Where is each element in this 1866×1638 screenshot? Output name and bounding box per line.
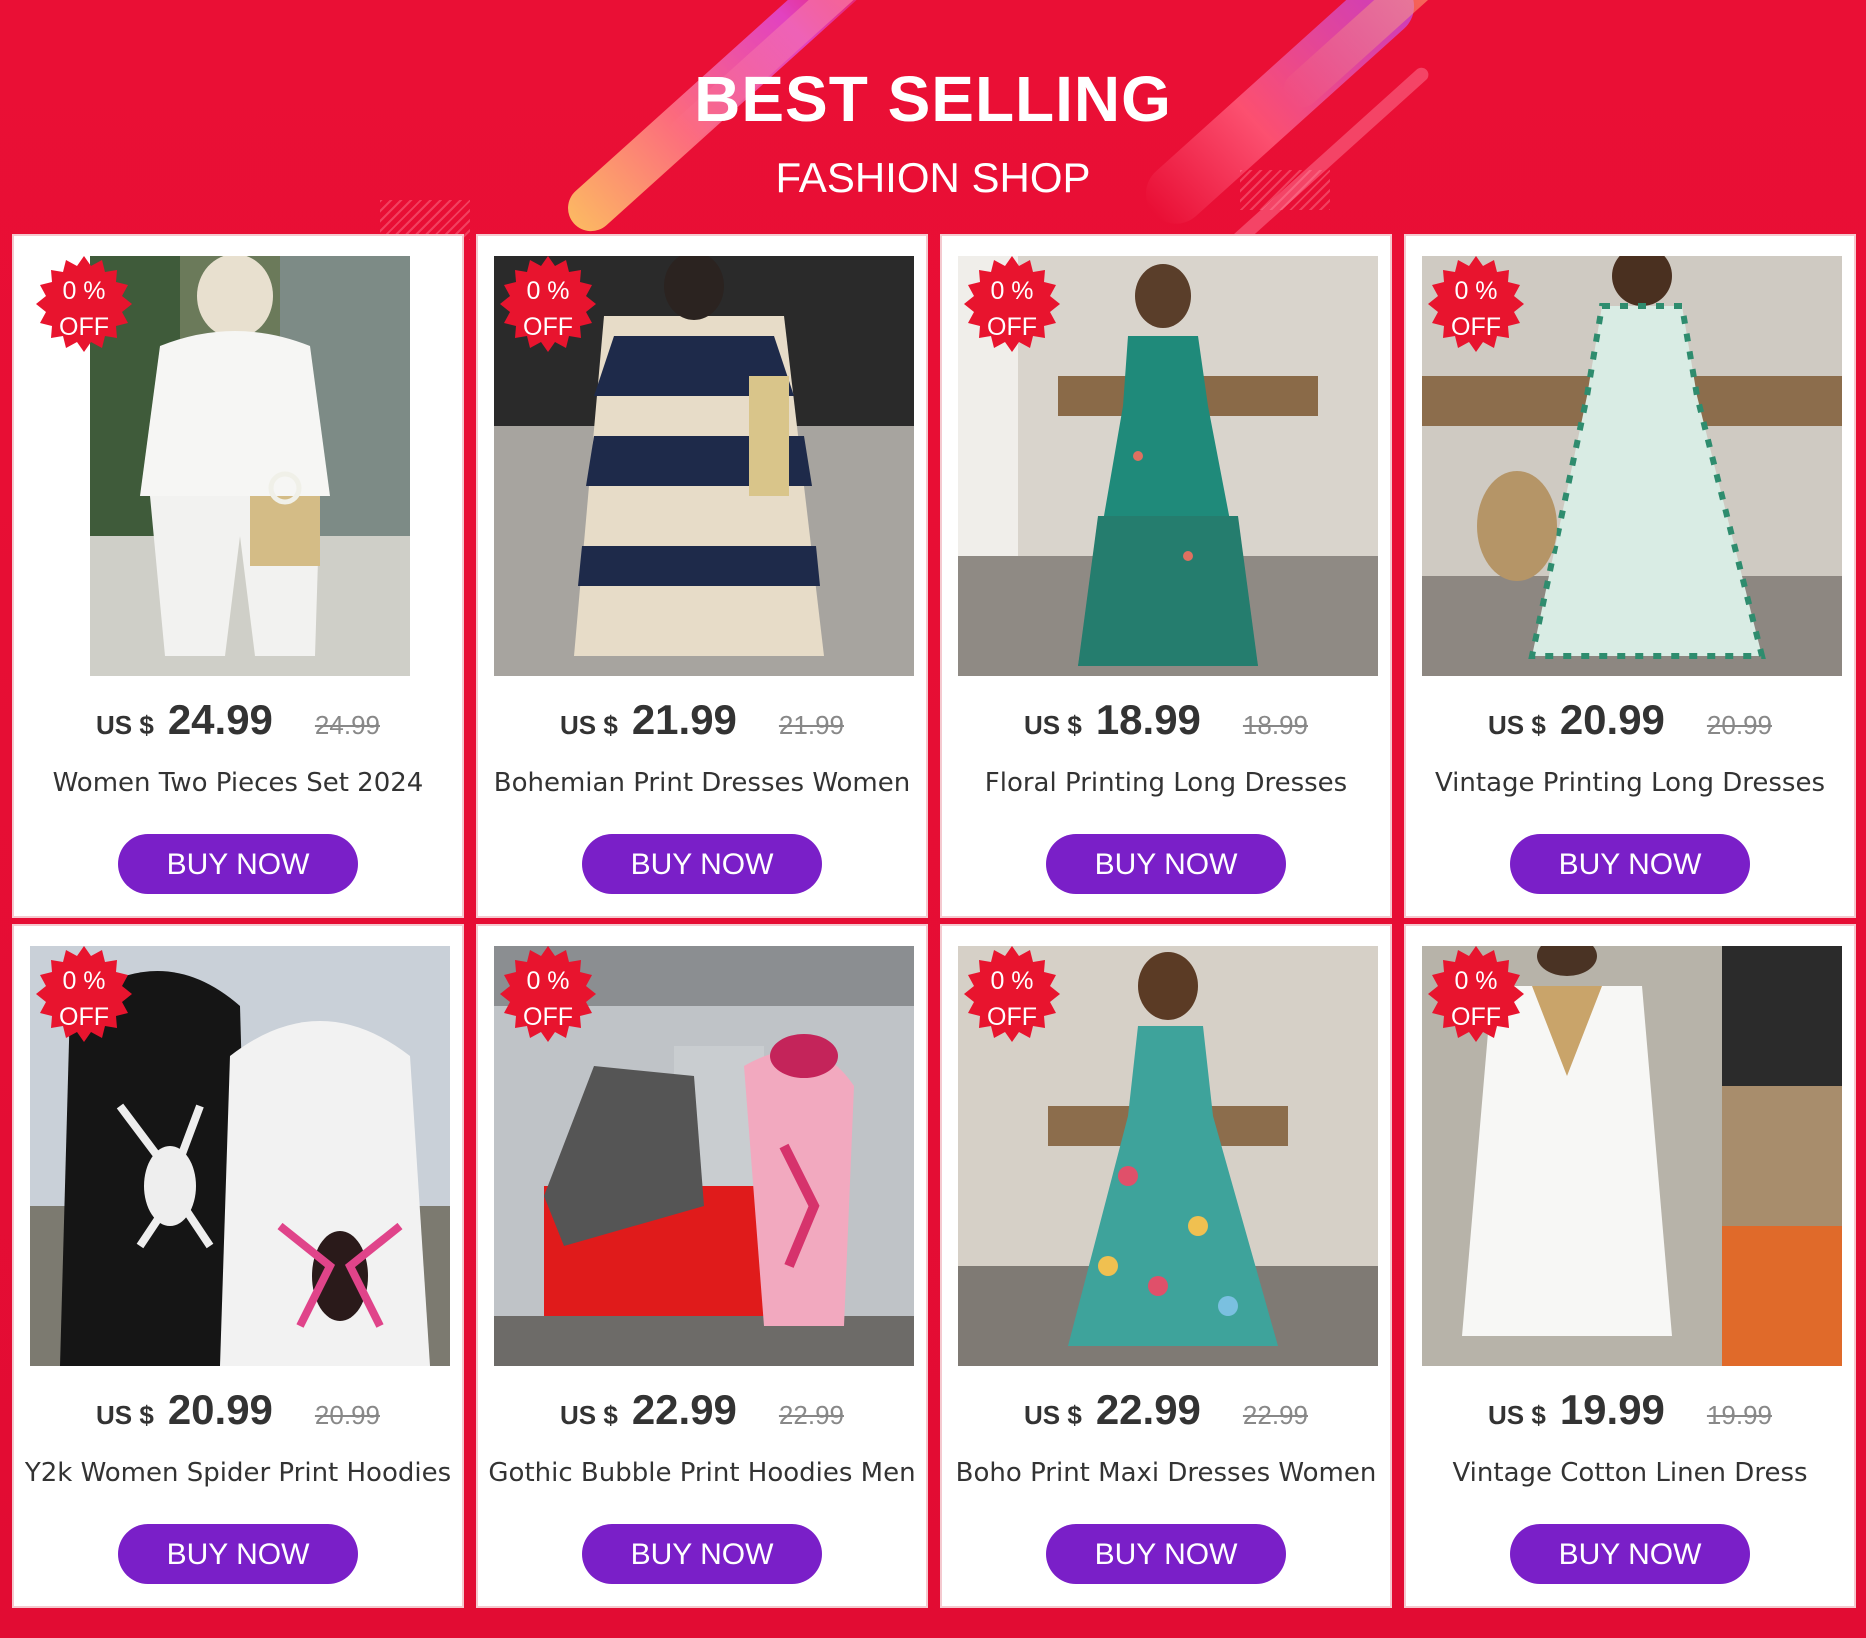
badge-percent: 0 % (526, 967, 570, 995)
product-name[interactable]: Floral Printing Long Dresses (942, 768, 1390, 798)
original-price: 18.99 (1242, 710, 1308, 740)
product-card[interactable]: 0 % OFF US $ 22.99 22.99 Boho Print Maxi… (940, 924, 1392, 1608)
badge-percent: 0 % (1454, 277, 1498, 305)
price-row: US $ 22.99 22.99 (942, 1386, 1390, 1434)
badge-percent: 0 % (1454, 967, 1498, 995)
product-name[interactable]: Women Two Pieces Set 2024 (14, 768, 462, 798)
original-price: 22.99 (778, 1400, 844, 1430)
currency-label: US $ (96, 1400, 154, 1430)
price-row: US $ 24.99 24.99 (14, 696, 462, 744)
original-price: 22.99 (1242, 1400, 1308, 1430)
badge-percent: 0 % (990, 967, 1034, 995)
product-name[interactable]: Vintage Printing Long Dresses (1406, 768, 1854, 798)
badge-off: OFF (1451, 313, 1501, 341)
currency-label: US $ (1488, 710, 1546, 740)
page-title: BEST SELLING (694, 63, 1172, 135)
badge-off: OFF (987, 1003, 1037, 1031)
original-price: 21.99 (778, 710, 844, 740)
original-price: 20.99 (1706, 710, 1772, 740)
price: 21.99 (631, 696, 737, 743)
badge-percent: 0 % (990, 277, 1034, 305)
badge-off: OFF (987, 313, 1037, 341)
price-row: US $ 18.99 18.99 (942, 696, 1390, 744)
currency-label: US $ (560, 1400, 618, 1430)
header: BEST SELLING FASHION SHOP (0, 0, 1866, 232)
badge-percent: 0 % (62, 277, 106, 305)
buy-now-button[interactable]: BUY NOW (118, 1524, 358, 1584)
product-name[interactable]: Y2k Women Spider Print Hoodies (14, 1458, 462, 1488)
product-card[interactable]: 0 % OFF US $ 20.99 20.99 Y2k Women Spide… (12, 924, 464, 1608)
discount-badge: 0 % OFF (1428, 256, 1524, 352)
badge-off: OFF (1451, 1003, 1501, 1031)
product-name[interactable]: Vintage Cotton Linen Dress (1406, 1458, 1854, 1488)
badge-off: OFF (523, 1003, 573, 1031)
buy-now-button[interactable]: BUY NOW (1046, 834, 1286, 894)
price: 24.99 (167, 696, 273, 743)
discount-badge: 0 % OFF (500, 256, 596, 352)
price-row: US $ 20.99 20.99 (1406, 696, 1854, 744)
currency-label: US $ (96, 710, 154, 740)
badge-off: OFF (59, 313, 109, 341)
original-price: 19.99 (1706, 1400, 1772, 1430)
discount-badge: 0 % OFF (1428, 946, 1524, 1042)
product-name[interactable]: Gothic Bubble Print Hoodies Men (478, 1458, 926, 1488)
discount-badge: 0 % OFF (500, 946, 596, 1042)
badge-off: OFF (59, 1003, 109, 1031)
product-card[interactable]: 0 % OFF US $ 22.99 22.99 Gothic Bubble P… (476, 924, 928, 1608)
product-card[interactable]: 0 % OFF US $ 19.99 19.99 Vintage Cotton … (1404, 924, 1856, 1608)
price: 20.99 (1559, 696, 1665, 743)
product-grid: 0 % OFF US $ 24.99 24.99 Women Two Piece… (12, 234, 1858, 1620)
price: 22.99 (631, 1386, 737, 1433)
product-name[interactable]: Bohemian Print Dresses Women (478, 768, 926, 798)
price-row: US $ 22.99 22.99 (478, 1386, 926, 1434)
badge-percent: 0 % (62, 967, 106, 995)
buy-now-button[interactable]: BUY NOW (118, 834, 358, 894)
price: 22.99 (1095, 1386, 1201, 1433)
price-row: US $ 21.99 21.99 (478, 696, 926, 744)
price-row: US $ 19.99 19.99 (1406, 1386, 1854, 1434)
page-subtitle: FASHION SHOP (775, 154, 1091, 201)
discount-badge: 0 % OFF (964, 256, 1060, 352)
price: 19.99 (1559, 1386, 1665, 1433)
discount-badge: 0 % OFF (964, 946, 1060, 1042)
buy-now-button[interactable]: BUY NOW (1046, 1524, 1286, 1584)
buy-now-button[interactable]: BUY NOW (582, 834, 822, 894)
currency-label: US $ (560, 710, 618, 740)
original-price: 20.99 (314, 1400, 380, 1430)
product-name[interactable]: Boho Print Maxi Dresses Women (942, 1458, 1390, 1488)
badge-off: OFF (523, 313, 573, 341)
buy-now-button[interactable]: BUY NOW (1510, 1524, 1750, 1584)
product-card[interactable]: 0 % OFF US $ 18.99 18.99 Floral Printing… (940, 234, 1392, 918)
product-card[interactable]: 0 % OFF US $ 24.99 24.99 Women Two Piece… (12, 234, 464, 918)
currency-label: US $ (1024, 710, 1082, 740)
original-price: 24.99 (314, 710, 380, 740)
discount-badge: 0 % OFF (36, 946, 132, 1042)
discount-badge: 0 % OFF (36, 256, 132, 352)
buy-now-button[interactable]: BUY NOW (1510, 834, 1750, 894)
buy-now-button[interactable]: BUY NOW (582, 1524, 822, 1584)
currency-label: US $ (1024, 1400, 1082, 1430)
product-card[interactable]: 0 % OFF US $ 21.99 21.99 Bohemian Print … (476, 234, 928, 918)
currency-label: US $ (1488, 1400, 1546, 1430)
price: 20.99 (167, 1386, 273, 1433)
product-card[interactable]: 0 % OFF US $ 20.99 20.99 Vintage Printin… (1404, 234, 1856, 918)
banner-page: BEST SELLING FASHION SHOP 0 % OFF US $ 2… (0, 0, 1866, 1638)
price-row: US $ 20.99 20.99 (14, 1386, 462, 1434)
price: 18.99 (1095, 696, 1201, 743)
badge-percent: 0 % (526, 277, 570, 305)
